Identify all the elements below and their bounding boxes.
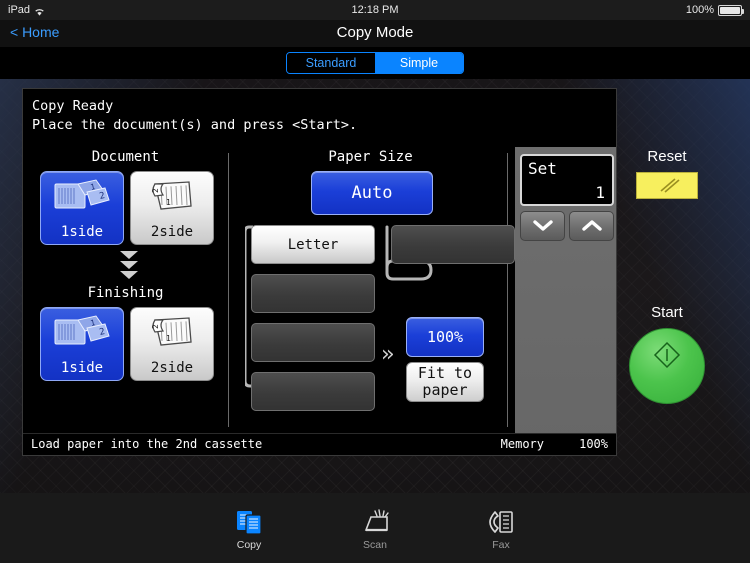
tray-button-letter[interactable]: Letter [251,225,375,264]
finishing-section-title: Finishing [87,285,164,301]
paper-size-section-title: Paper Size [328,149,413,165]
set-increment-button[interactable] [569,211,614,241]
tray-button-2[interactable] [251,274,375,313]
tray-button-4[interactable] [251,372,375,411]
finishing-2side-button[interactable]: 2 1 2side [130,307,214,381]
battery-percent-label: 100% [685,4,714,16]
sheet-2side-icon: 2 1 [131,172,213,224]
column-divider-right [507,153,508,427]
start-key-button[interactable] [629,328,705,404]
document-section-title: Document [91,149,160,165]
finishing-2side-label: 2side [150,360,194,376]
tab-scan[interactable]: Scan [343,506,407,551]
svg-text:2: 2 [151,188,160,193]
fax-icon [487,506,515,536]
ios-status-bar: iPad 12:18 PM 100% [0,0,750,20]
mode-segmented-control[interactable]: Standard Simple [286,52,464,74]
document-1side-button[interactable]: 1 2 1side [40,171,124,245]
bottom-tab-bar: Copy Scan Fax [0,493,750,563]
reset-key-button[interactable] [636,172,698,199]
reset-key-label: Reset [647,148,687,165]
paper-size-auto-button[interactable]: Auto [311,171,433,215]
document-2side-button[interactable]: 2 1 2side [130,171,214,245]
tab-copy-label: Copy [236,538,262,551]
set-count-display: Set 1 [520,154,614,206]
printer-faceplate: Copy Ready Place the document(s) and pre… [0,79,750,493]
lcd-message-line-1: Copy Ready [32,98,114,114]
svg-text:2: 2 [151,324,160,329]
printer-lcd-screen: Copy Ready Place the document(s) and pre… [22,88,617,456]
status-bar-right: 100% [685,4,744,16]
tab-simple[interactable]: Simple [375,53,463,73]
tray-button-bypass[interactable] [391,225,515,264]
triple-chevron-down-icon [109,251,149,281]
tab-copy[interactable]: Copy [217,506,281,551]
sheets-1side-icon: 1 2 [41,172,123,224]
tab-scan-label: Scan [363,538,387,551]
lcd-status-bar: Load paper into the 2nd cassette Memory … [23,433,616,455]
finishing-1side-button[interactable]: 1 2 1side [40,307,124,381]
column-divider-left [228,153,229,427]
memory-label: Memory [500,437,544,451]
scan-icon [360,506,390,536]
app-root: iPad 12:18 PM 100% < Home Copy Mode Stan… [0,0,750,563]
svg-text:1: 1 [166,334,171,343]
battery-full-icon [718,4,744,16]
lcd-message-line-2: Place the document(s) and press <Start>. [32,117,358,133]
set-decrement-button[interactable] [520,211,565,241]
lcd-columns: Document 1 2 1side 2 1 2side Finishing 1… [23,147,616,455]
svg-text:1: 1 [166,198,171,207]
memory-value: 100% [579,437,608,451]
tab-standard[interactable]: Standard [287,53,375,73]
set-value: 1 [595,183,605,202]
tab-fax[interactable]: Fax [469,506,533,551]
clock-label: 12:18 PM [351,4,399,16]
start-diamond-icon [653,341,681,369]
document-2side-label: 2side [150,224,194,240]
mode-selector-bar: Standard Simple [0,47,750,79]
start-key-label: Start [651,304,683,321]
chevron-up-icon [581,220,602,231]
tab-fax-label: Fax [492,538,510,551]
navigation-bar: < Home Copy Mode [0,20,750,47]
chevron-down-icon [532,220,553,231]
tray-button-3[interactable] [251,323,375,362]
zoom-fit-to-paper-button[interactable]: Fit to paper [406,362,484,402]
copy-icon [235,506,263,536]
finishing-1side-label: 1side [60,360,104,376]
reset-key-icon [660,178,680,193]
set-label: Set [528,159,557,178]
page-title: Copy Mode [336,24,414,41]
sheet-2side-icon: 2 1 [131,308,213,360]
document-1side-label: 1side [60,224,104,240]
sheets-1side-icon: 1 2 [41,308,123,360]
zoom-100-percent-button[interactable]: 100% [406,317,484,357]
double-chevron-right-icon: » [381,342,395,367]
lcd-status-message: Load paper into the 2nd cassette [31,437,263,451]
